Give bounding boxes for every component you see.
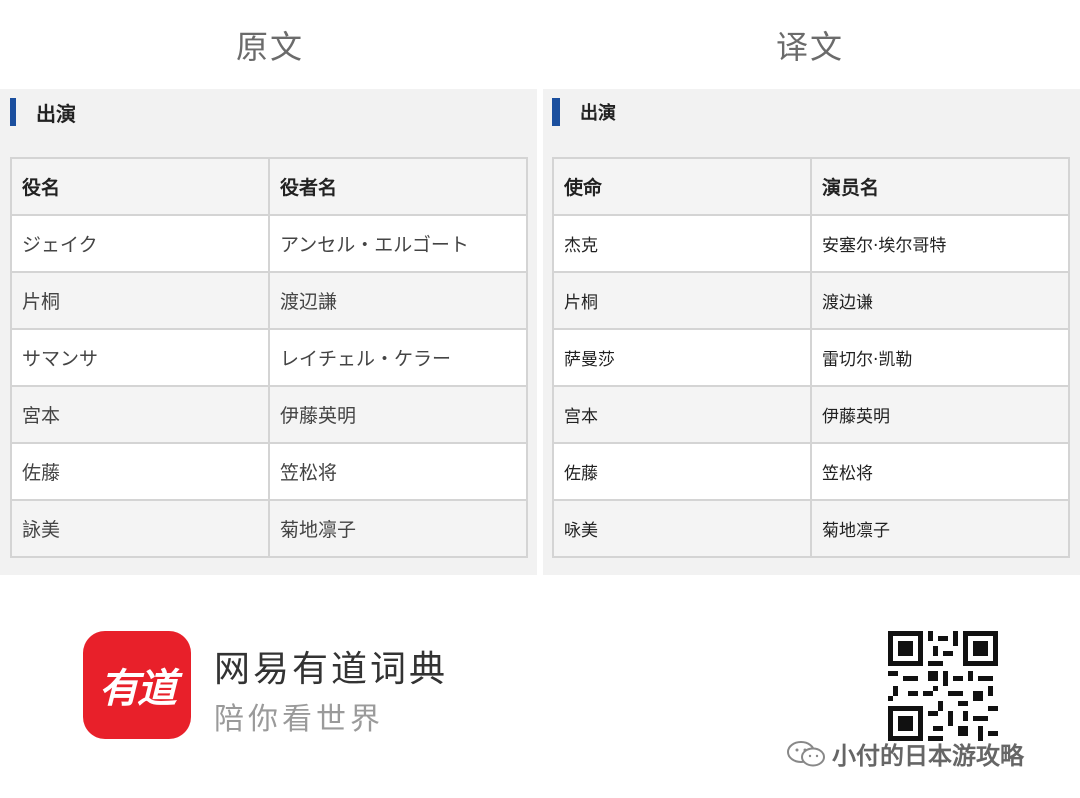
column-header-role: 使命 — [552, 157, 812, 216]
role-cell: 萨曼莎 — [552, 328, 812, 387]
original-heading: 原文 — [235, 28, 304, 66]
original-section-label: 出演 — [36, 101, 76, 126]
table-row: 咏美 菊地凛子 — [552, 499, 1070, 558]
role-cell: ジェイク — [10, 214, 270, 273]
wechat-icon — [787, 740, 825, 766]
wechat-account-name: 小付的日本游攻略 — [832, 742, 1024, 770]
actor-cell: 雷切尔·凯勒 — [810, 328, 1070, 387]
translation-heading: 译文 — [775, 28, 844, 66]
actor-cell: 笠松将 — [268, 442, 528, 501]
translation-section-label: 出演 — [580, 103, 616, 124]
actor-cell: 菊地凛子 — [268, 499, 528, 558]
wechat-account: 小付的日本游攻略 — [786, 736, 1024, 771]
translation-cast-table: 使命 演员名 杰克 安塞尔·埃尔哥特 片桐 渡边谦 萨曼莎 雷切尔·凯勒 宫本 … — [552, 157, 1070, 558]
table-row: 佐藤 笠松将 — [552, 442, 1070, 501]
column-header-actor: 演员名 — [810, 157, 1070, 216]
role-cell: 佐藤 — [10, 442, 270, 501]
logo-text: 有道 — [99, 666, 177, 712]
table-row: 片桐 渡辺謙 — [10, 271, 528, 330]
actor-cell: 菊地凛子 — [810, 499, 1070, 558]
table-row: 詠美 菊地凛子 — [10, 499, 528, 558]
table-row: 片桐 渡边谦 — [552, 271, 1070, 330]
role-cell: サマンサ — [10, 328, 270, 387]
original-panel: 出演 役名 役者名 ジェイク アンセル・エルゴート 片桐 渡辺謙 サマンサ レイ… — [0, 89, 537, 575]
brand-slogan: 陪你看世界 — [214, 702, 384, 737]
role-cell: 片桐 — [552, 271, 812, 330]
table-header-row: 使命 演员名 — [552, 157, 1070, 216]
actor-cell: 伊藤英明 — [810, 385, 1070, 444]
role-cell: 宫本 — [552, 385, 812, 444]
qr-code-icon — [888, 631, 998, 741]
actor-cell: レイチェル・ケラー — [268, 328, 528, 387]
youdao-logo-icon: 有道 — [83, 631, 191, 739]
actor-cell: 渡边谦 — [810, 271, 1070, 330]
actor-cell: 渡辺謙 — [268, 271, 528, 330]
column-header-actor: 役者名 — [268, 157, 528, 216]
section-marker — [552, 98, 560, 126]
translation-panel: 出演 使命 演员名 杰克 安塞尔·埃尔哥特 片桐 渡边谦 萨曼莎 雷切尔·凯勒 … — [543, 89, 1080, 575]
actor-cell: 笠松将 — [810, 442, 1070, 501]
role-cell: 佐藤 — [552, 442, 812, 501]
table-row: 佐藤 笠松将 — [10, 442, 528, 501]
actor-cell: アンセル・エルゴート — [268, 214, 528, 273]
section-marker — [10, 98, 16, 126]
role-cell: 片桐 — [10, 271, 270, 330]
role-cell: 咏美 — [552, 499, 812, 558]
table-header-row: 役名 役者名 — [10, 157, 528, 216]
role-cell: 杰克 — [552, 214, 812, 273]
table-row: 宮本 伊藤英明 — [10, 385, 528, 444]
table-row: 宫本 伊藤英明 — [552, 385, 1070, 444]
table-row: 萨曼莎 雷切尔·凯勒 — [552, 328, 1070, 387]
column-header-role: 役名 — [10, 157, 270, 216]
actor-cell: 安塞尔·埃尔哥特 — [810, 214, 1070, 273]
table-row: ジェイク アンセル・エルゴート — [10, 214, 528, 273]
table-row: サマンサ レイチェル・ケラー — [10, 328, 528, 387]
brand-name: 网易有道词典 — [214, 649, 449, 690]
role-cell: 宮本 — [10, 385, 270, 444]
actor-cell: 伊藤英明 — [268, 385, 528, 444]
translation-section-header: 出演 — [552, 95, 616, 129]
original-cast-table: 役名 役者名 ジェイク アンセル・エルゴート 片桐 渡辺謙 サマンサ レイチェル… — [10, 157, 528, 558]
table-row: 杰克 安塞尔·埃尔哥特 — [552, 214, 1070, 273]
original-section-header: 出演 — [10, 95, 76, 129]
role-cell: 詠美 — [10, 499, 270, 558]
